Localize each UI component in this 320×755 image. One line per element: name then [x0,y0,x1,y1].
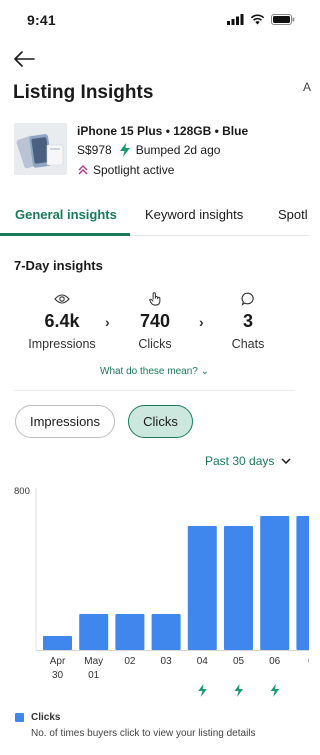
battery-icon [271,14,295,25]
status-time: 9:41 [27,12,56,28]
chart-bar [224,526,253,650]
chat-bubble-icon [241,292,254,306]
status-bar: 9:41 [0,0,309,40]
clicks-label: Clicks [138,337,172,351]
chart-bar [115,614,145,650]
impressions-toggle[interactable]: Impressions [15,405,115,438]
x-tick-label: 03 [161,656,173,667]
x-tick-label: 04 [197,656,209,667]
clicks-value: 740 [139,311,171,331]
product-thumbnail [14,123,67,175]
bump-bolt-icon [234,684,243,697]
x-tick-label: 01 [88,670,100,681]
page-title: Listing Insights [13,82,154,103]
bumped-status: Bumped 2d ago [135,143,221,157]
chart-bar [151,614,181,650]
what-do-these-mean-link[interactable]: What do these mean? ⌄ [0,366,309,377]
chart-bar [187,526,217,650]
price-row: S$978 Bumped 2d ago [77,143,220,157]
date-range-label: Past 30 days [205,454,275,468]
legend-description: No. of times buyers click to view your l… [31,728,256,739]
metric-clicks: 740 Clicks [125,292,185,351]
status-icons [227,14,295,25]
header-edge-glyph: A [303,80,312,94]
bump-bolt-icon [119,143,130,157]
x-tick-label: 05 [233,656,245,667]
chart-bar [43,636,72,650]
back-button[interactable] [12,49,36,69]
phone-image-icon [14,123,67,175]
chevron-right-icon: › [199,314,204,330]
wifi-icon [250,14,265,25]
chats-label: Chats [231,337,265,351]
date-range-select[interactable]: Past 30 days [205,454,291,468]
chart-bar [79,614,109,650]
insights-tabs: General insights Keyword insights Spotl [0,200,309,236]
pointer-hand-icon [149,292,161,306]
spotlight-chevrons-icon [78,165,88,175]
spotlight-row: Spotlight active [77,163,174,177]
product-name: iPhone 15 Plus • 128GB • Blue [77,124,249,138]
section-title: 7-Day insights [14,258,103,273]
x-tick-label: 0 [308,656,309,667]
impressions-label: Impressions [28,337,96,351]
metric-chats: 3 Chats [218,292,278,351]
chats-value: 3 [242,311,253,331]
clicks-bar-chart: 800 Apr 30 May 01 02 03 04 05 06 0 [14,486,309,697]
x-tick-label: 30 [52,670,64,681]
legend-swatch [15,713,24,722]
signal-icon [227,14,244,25]
active-tab-indicator [0,233,130,236]
chevron-right-icon: › [105,314,110,330]
impressions-value: 6.4k [44,311,80,331]
back-arrow-icon [14,51,35,67]
x-tick-label: 02 [124,656,136,667]
chart-bar [260,516,290,650]
metric-impressions: 6.4k Impressions [22,292,102,351]
tab-general-insights[interactable]: General insights [15,207,117,222]
x-tick-label: 06 [269,656,281,667]
x-tick-label: Apr [50,656,66,667]
tab-spotlight[interactable]: Spotl [278,207,308,222]
chart-bar [296,516,309,650]
spotlight-status: Spotlight active [93,163,175,177]
chevron-down-icon [281,457,291,464]
legend-series-name: Clicks [31,712,61,723]
tab-keyword-insights[interactable]: Keyword insights [145,207,243,222]
bump-bolt-icon [270,684,280,697]
eye-icon [54,294,70,304]
y-tick-label: 800 [14,486,30,497]
product-price: S$978 [77,143,112,157]
x-tick-label: May [84,656,103,667]
divider [14,390,295,391]
clicks-toggle[interactable]: Clicks [128,405,193,438]
bump-bolt-icon [198,684,207,697]
